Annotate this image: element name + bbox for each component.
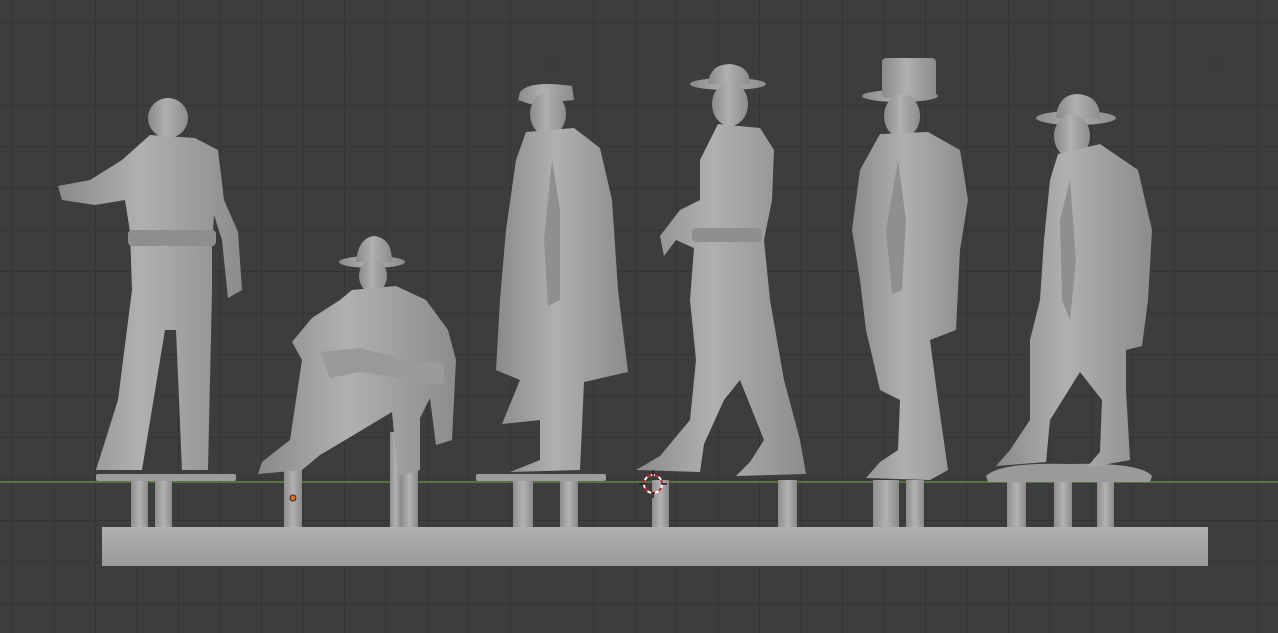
figure-walking-bowler-hat[interactable]	[636, 64, 806, 476]
support-peg[interactable]	[560, 480, 578, 527]
base-sprue-bar[interactable]	[102, 527, 1208, 566]
support-peg[interactable]	[1054, 480, 1072, 527]
support-peg[interactable]	[131, 480, 148, 527]
support-peg[interactable]	[401, 470, 418, 527]
figure-long-coat-cap[interactable]	[476, 84, 628, 481]
support-peg[interactable]	[778, 480, 797, 527]
figure-seated-bowler-hat[interactable]	[258, 236, 456, 476]
origin-dot-icon[interactable]	[289, 494, 297, 502]
support-pegs[interactable]	[131, 432, 1114, 527]
figure-bearded-wide-brim-hat[interactable]	[986, 94, 1152, 482]
figure-top-hat-frock-coat[interactable]	[852, 58, 968, 480]
support-peg[interactable]	[906, 480, 924, 527]
scene-canvas[interactable]	[0, 0, 1278, 633]
support-peg[interactable]	[1007, 480, 1026, 527]
support-peg[interactable]	[1097, 480, 1114, 527]
3d-viewport[interactable]	[0, 0, 1278, 633]
support-peg[interactable]	[513, 480, 533, 527]
support-peg[interactable]	[873, 480, 899, 527]
figure-rolled-sleeves-back-view[interactable]	[58, 98, 242, 481]
support-peg[interactable]	[155, 480, 172, 527]
